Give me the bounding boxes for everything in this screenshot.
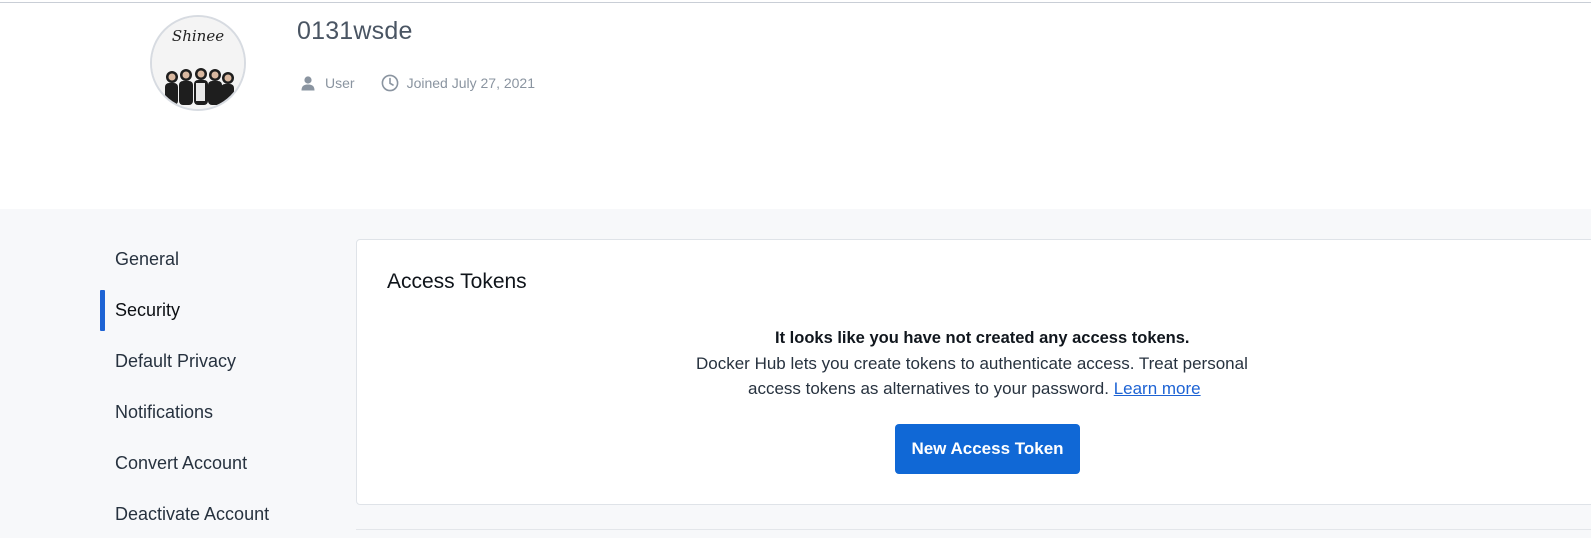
new-access-token-button[interactable]: New Access Token (895, 424, 1080, 474)
sidebar-item-notifications[interactable]: Notifications (100, 388, 340, 439)
profile-username: 0131wsde (297, 17, 413, 45)
sidebar-item-general[interactable]: General (100, 235, 340, 286)
panel-title: Access Tokens (387, 270, 527, 293)
user-icon (299, 74, 317, 92)
profile-meta: User Joined July 27, 2021 (299, 73, 535, 93)
sidebar-item-security[interactable]: Security (100, 286, 340, 337)
empty-state-description-line1: Docker Hub lets you create tokens to aut… (696, 354, 1248, 373)
profile-role: User (299, 74, 355, 92)
sidebar-item-default-privacy[interactable]: Default Privacy (100, 337, 340, 388)
panel-divider (356, 529, 1591, 530)
profile-avatar-image: Shinee (152, 17, 244, 109)
sidebar-item-convert-account[interactable]: Convert Account (100, 439, 340, 490)
profile-joined-label: Joined July 27, 2021 (406, 75, 535, 91)
empty-state-description-line2: access tokens as alternatives to your pa… (748, 379, 1201, 399)
avatar-lettering: Shinee (172, 27, 224, 45)
learn-more-link[interactable]: Learn more (1114, 379, 1201, 398)
empty-state-headline: It looks like you have not created any a… (775, 329, 1190, 347)
access-tokens-panel: Access Tokens It looks like you have not… (356, 239, 1591, 505)
sidebar-item-deactivate-account[interactable]: Deactivate Account (100, 490, 340, 541)
empty-state-description-text: access tokens as alternatives to your pa… (748, 379, 1109, 398)
profile-header: Shinee 0131wsde User Joined July 27, 202… (0, 3, 1591, 209)
settings-sidebar: General Security Default Privacy Notific… (100, 235, 340, 541)
profile-role-label: User (325, 75, 355, 91)
settings-area: General Security Default Privacy Notific… (0, 209, 1591, 538)
clock-icon (381, 74, 399, 92)
profile-joined: Joined July 27, 2021 (381, 74, 535, 92)
profile-avatar: Shinee (150, 15, 246, 111)
